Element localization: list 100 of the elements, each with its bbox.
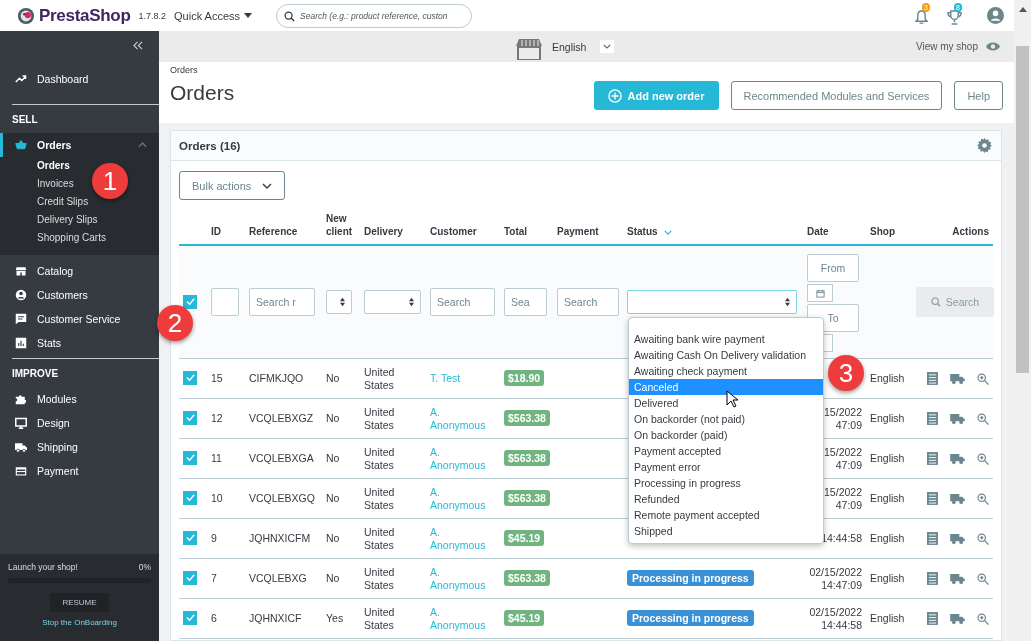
payment-filter-field[interactable]: Search	[557, 288, 619, 316]
new-client-select[interactable]	[326, 290, 352, 314]
sidebar-subitem[interactable]: Orders	[37, 157, 70, 175]
logo-text[interactable]: PrestaShop	[39, 5, 131, 26]
eye-icon[interactable]	[986, 42, 1000, 51]
list-icon[interactable]	[927, 412, 939, 426]
list-icon[interactable]	[927, 492, 939, 506]
sidebar-item[interactable]: Modules	[0, 387, 159, 411]
zoom-in-icon[interactable]	[977, 492, 989, 505]
new-client-cell: No	[326, 412, 340, 424]
list-icon[interactable]	[927, 372, 939, 386]
user-avatar-icon[interactable]	[987, 7, 1004, 24]
dropdown-option[interactable]: Awaiting check payment	[629, 363, 823, 379]
header-button[interactable]: Recommended Modules and Services	[730, 81, 943, 110]
checkbox[interactable]	[183, 370, 197, 385]
list-icon[interactable]	[927, 452, 939, 466]
checkbox[interactable]	[183, 410, 197, 425]
sidebar-item[interactable]: Customer Service	[0, 307, 159, 331]
id-filter-field[interactable]	[211, 288, 239, 316]
logo-icon[interactable]	[17, 6, 35, 25]
column-header[interactable]: Actions	[952, 225, 989, 238]
sidebar-subitem[interactable]: Credit Slips	[37, 193, 89, 211]
mouse-cursor-icon	[726, 390, 738, 408]
column-header[interactable]: Total	[504, 225, 528, 238]
zoom-in-icon[interactable]	[977, 612, 989, 625]
dropdown-option[interactable]: Delivered	[629, 395, 823, 411]
scroll-up-icon[interactable]	[1018, 7, 1027, 12]
column-header[interactable]: ID	[211, 225, 221, 238]
column-header[interactable]: Status	[627, 225, 672, 238]
checkbox[interactable]	[183, 294, 197, 309]
sidebar-subitem[interactable]: Invoices	[37, 175, 74, 193]
column-header[interactable]: New client	[326, 212, 356, 238]
breadcrumb[interactable]: Orders	[170, 65, 235, 75]
view-my-shop-link[interactable]: View my shop	[915, 41, 978, 52]
dropdown-option[interactable]: Payment error	[629, 459, 823, 475]
zoom-in-icon[interactable]	[977, 532, 989, 545]
column-header[interactable]: Date	[807, 225, 829, 238]
checkbox[interactable]	[183, 490, 197, 505]
sidebar-item[interactable]: Catalog	[0, 259, 159, 283]
zoom-in-icon[interactable]	[977, 412, 989, 425]
truck-icon[interactable]	[950, 533, 966, 545]
total-filter-field[interactable]: Sea	[504, 288, 547, 316]
language-dropdown[interactable]	[600, 40, 615, 53]
sidebar-item[interactable]: Stats	[0, 331, 159, 355]
truck-icon[interactable]	[950, 493, 966, 505]
dropdown-option[interactable]: Awaiting bank wire payment	[629, 331, 823, 347]
truck-icon[interactable]	[950, 613, 966, 625]
total-badge: $563.38	[504, 410, 550, 426]
customer-filter-field[interactable]: Search	[430, 288, 495, 316]
stop-onboarding-link[interactable]: Stop the OnBoarding	[42, 618, 117, 627]
dropdown-option[interactable]: Awaiting Cash On Delivery validation	[629, 347, 823, 363]
bell-icon[interactable]	[915, 9, 928, 25]
dropdown-option[interactable]: On backorder (not paid)	[629, 411, 823, 427]
sidebar-subitem[interactable]: Delivery Slips	[37, 211, 98, 229]
reference-cell: VCQLEBXGZ	[249, 412, 314, 424]
calendar-button[interactable]	[807, 284, 833, 302]
dropdown-option[interactable]: Remote payment accepted	[629, 507, 823, 523]
column-header[interactable]: Customer	[430, 225, 477, 238]
version-label: 1.7.8.2	[138, 10, 166, 21]
collapse-icon[interactable]	[132, 41, 143, 50]
reference-filter-field[interactable]: Search r	[249, 288, 315, 316]
list-icon[interactable]	[927, 572, 939, 586]
bulk-actions-button[interactable]: Bulk actions	[179, 171, 286, 200]
sidebar-subitem[interactable]: Shopping Carts	[37, 229, 106, 247]
dropdown-option[interactable]: Shipped	[629, 523, 823, 539]
quick-access-menu[interactable]: Quick Access	[174, 9, 253, 22]
date-from-field[interactable]: From	[807, 254, 859, 282]
zoom-in-icon[interactable]	[977, 572, 989, 585]
list-icon[interactable]	[927, 612, 939, 626]
truck-icon[interactable]	[950, 573, 966, 585]
checkbox[interactable]	[183, 450, 197, 465]
dropdown-option[interactable]: On backorder (paid)	[629, 427, 823, 443]
trophy-icon[interactable]	[947, 9, 962, 25]
checkbox[interactable]	[183, 530, 197, 545]
checkbox[interactable]	[183, 570, 197, 585]
sidebar-item[interactable]: Payment	[0, 459, 159, 483]
settings-icon[interactable]	[977, 138, 992, 153]
header-button[interactable]: Help	[954, 81, 1003, 110]
truck-icon[interactable]	[950, 453, 966, 465]
search-field[interactable]: Search (e.g.: product reference, custon	[276, 3, 473, 28]
dropdown-option[interactable]: Refunded	[629, 491, 823, 507]
sidebar-item[interactable]: Dashboard	[0, 67, 159, 91]
scrollbar[interactable]	[1014, 0, 1031, 641]
sidebar-item[interactable]: Design	[0, 411, 159, 435]
list-icon[interactable]	[927, 532, 939, 546]
zoom-in-icon[interactable]	[977, 452, 989, 465]
sidebar-item[interactable]: Customers	[0, 283, 159, 307]
zoom-in-icon[interactable]	[977, 372, 989, 385]
column-header[interactable]: Delivery	[364, 225, 403, 238]
scroll-thumb[interactable]	[1016, 46, 1029, 373]
column-header[interactable]: Payment	[557, 225, 599, 238]
truck-icon[interactable]	[950, 413, 966, 425]
column-header[interactable]: Shop	[870, 225, 895, 238]
truck-icon[interactable]	[950, 373, 966, 385]
sidebar-item[interactable]: Shipping	[0, 435, 159, 459]
resume-button[interactable]: RESUME	[50, 593, 109, 612]
dropdown-option[interactable]: Payment accepted	[629, 443, 823, 459]
checkbox[interactable]	[183, 610, 197, 625]
column-header[interactable]: Reference	[249, 225, 298, 238]
dropdown-option[interactable]: Processing in progress	[629, 475, 823, 491]
